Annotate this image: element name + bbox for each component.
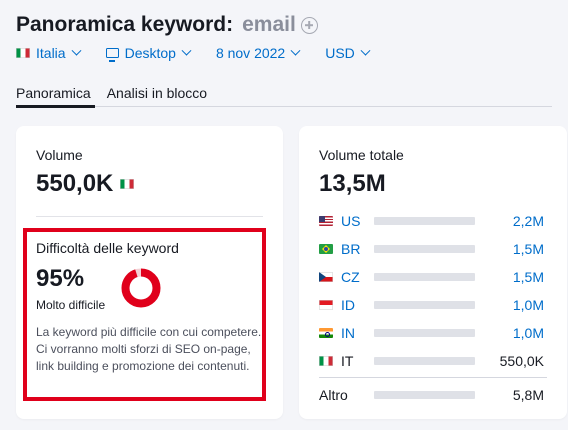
- it-flag-icon: [319, 356, 333, 366]
- country-volume-id[interactable]: 1,0M: [513, 297, 544, 313]
- volume-value-row: 550,0K: [36, 170, 135, 198]
- filters-bar: Italia Desktop 8 nov 2022 USD: [16, 42, 371, 64]
- us-flag-icon: [319, 216, 333, 226]
- chevron-down-icon: [181, 45, 192, 56]
- difficulty-value: 95%: [36, 265, 85, 292]
- difficulty-label: Difficoltà delle keyword: [36, 240, 179, 256]
- difficulty-donut: [121, 268, 161, 308]
- keyword-name: email: [242, 13, 296, 36]
- add-keyword-icon[interactable]: [300, 16, 318, 34]
- country-volume-cz[interactable]: 1,5M: [513, 269, 544, 285]
- volume-bar: [374, 391, 475, 399]
- country-row-cz: CZ 1,5M: [319, 263, 544, 291]
- chevron-down-icon: [290, 45, 301, 56]
- difficulty-description: La keyword più difficile con cui compete…: [36, 325, 262, 373]
- volume-card: Volume 550,0K Difficoltà delle keyword 9…: [16, 126, 283, 419]
- country-row-it: IT 550,0K: [319, 347, 544, 375]
- cz-flag-icon: [319, 272, 333, 282]
- card-divider: [36, 216, 263, 217]
- other-volume: 5,8M: [512, 387, 544, 403]
- country-selector[interactable]: Italia: [16, 45, 82, 61]
- country-list: US 2,2M BR 1,5M CZ 1,5M ID 1,0M IN 1,0M: [319, 207, 544, 375]
- country-row-in: IN 1,0M: [319, 319, 544, 347]
- desktop-icon: [105, 48, 119, 62]
- it-flag-icon: [16, 48, 30, 58]
- country-volume-it: 550,0K: [499, 353, 544, 369]
- device-label: Desktop: [124, 45, 176, 61]
- volume-bar: [374, 329, 475, 337]
- device-selector[interactable]: Desktop: [105, 45, 192, 62]
- date-selector[interactable]: 8 nov 2022: [215, 45, 301, 61]
- volume-bar: [374, 245, 475, 253]
- country-row-id: ID 1,0M: [319, 291, 544, 319]
- br-flag-icon: [319, 244, 333, 254]
- volume-bar: [374, 217, 475, 225]
- country-volume-br[interactable]: 1,5M: [513, 241, 544, 257]
- currency-selector[interactable]: USD: [325, 45, 371, 61]
- it-flag-icon: [120, 179, 135, 189]
- country-row-br: BR 1,5M: [319, 235, 544, 263]
- total-volume-value: 13,5M: [319, 170, 386, 197]
- volume-bar: [374, 301, 475, 309]
- tab-analisi-in-blocco[interactable]: Analisi in blocco: [107, 85, 207, 105]
- difficulty-level: Molto difficile: [36, 298, 106, 312]
- active-tab-indicator: [16, 105, 95, 108]
- chevron-down-icon: [71, 45, 82, 56]
- page-header: Panoramica keyword: email: [16, 10, 318, 40]
- volume-label: Volume: [36, 147, 83, 163]
- country-label: Italia: [36, 45, 66, 61]
- volume-bar: [374, 273, 475, 281]
- chevron-down-icon: [360, 45, 371, 56]
- tabs-divider: [16, 106, 552, 107]
- date-label: 8 nov 2022: [215, 45, 286, 61]
- tab-panoramica[interactable]: Panoramica: [16, 85, 91, 105]
- id-flag-icon: [319, 300, 333, 310]
- total-volume-card: Volume totale 13,5M US 2,2M BR 1,5M CZ 1…: [299, 126, 567, 419]
- other-row: Altro 5,8M: [319, 382, 544, 408]
- list-divider: [319, 377, 547, 378]
- country-row-us: US 2,2M: [319, 207, 544, 235]
- currency-label: USD: [325, 45, 355, 61]
- volume-bar: [374, 357, 475, 365]
- tabs: Panoramica Analisi in blocco: [16, 85, 223, 105]
- volume-value: 550,0K: [36, 170, 114, 197]
- page-title: Panoramica keyword:: [16, 13, 234, 36]
- total-volume-label: Volume totale: [319, 147, 404, 163]
- country-volume-us[interactable]: 2,2M: [513, 213, 544, 229]
- donut-arc: [121, 268, 161, 308]
- other-label: Altro: [319, 387, 348, 403]
- in-flag-icon: [319, 328, 333, 338]
- country-volume-in[interactable]: 1,0M: [513, 325, 544, 341]
